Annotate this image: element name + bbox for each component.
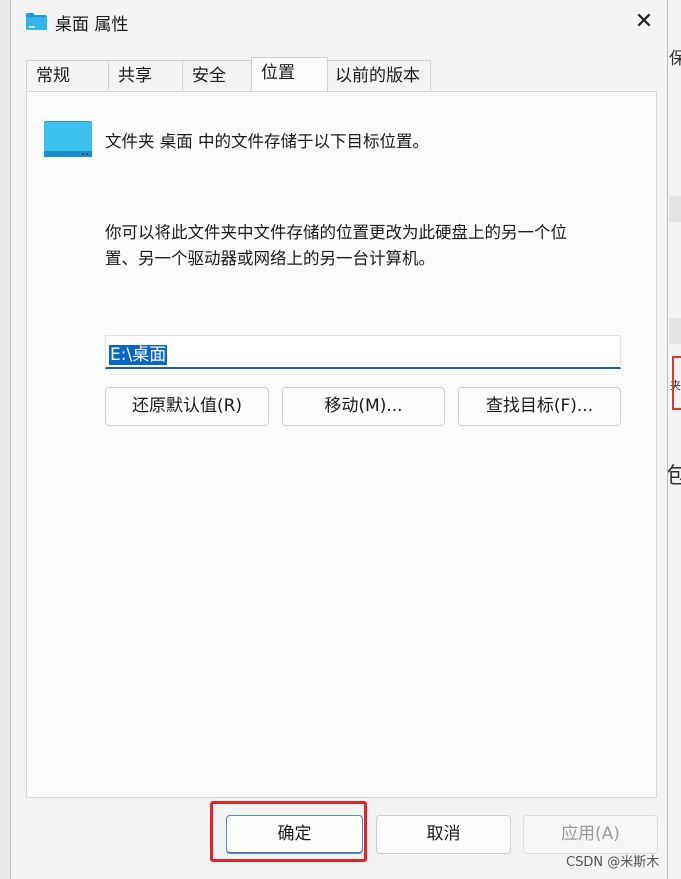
background-window xyxy=(668,0,681,879)
title-bar[interactable]: 桌面 属性 ✕ xyxy=(11,0,667,46)
find-target-button[interactable]: 查找目标(F)... xyxy=(458,387,621,426)
tab-security[interactable]: 安全 xyxy=(182,60,252,90)
path-input[interactable]: E:\桌面 xyxy=(105,335,621,369)
tab-general[interactable]: 常规 xyxy=(26,60,109,90)
location-panel: 文件夹 桌面 中的文件存储于以下目标位置。 你可以将此文件夹中文件存储的位置更改… xyxy=(26,91,657,798)
tab-previous-versions[interactable]: 以前的版本 xyxy=(325,60,431,90)
properties-dialog: 桌面 属性 ✕ 常规 共享 安全 位置 以前的版本 文件夹 桌面 中的文件存储于… xyxy=(10,0,668,879)
restore-default-button[interactable]: 还原默认值(R) xyxy=(105,387,269,426)
watermark: CSDN @米斯木 xyxy=(566,855,660,870)
tab-location[interactable]: 位置 xyxy=(251,57,328,91)
cancel-button[interactable]: 取消 xyxy=(376,815,511,854)
background-text: 保 xyxy=(669,49,681,69)
tab-sharing[interactable]: 共享 xyxy=(108,60,183,90)
move-button[interactable]: 移动(M)... xyxy=(282,387,445,426)
background-row xyxy=(669,318,681,344)
ok-button[interactable]: 确定 xyxy=(226,815,363,854)
path-value: E:\桌面 xyxy=(109,345,168,365)
folder-icon xyxy=(44,121,92,157)
location-statement: 文件夹 桌面 中的文件存储于以下目标位置。 xyxy=(105,132,429,151)
background-text: 包 xyxy=(666,464,681,489)
background-red-outline xyxy=(672,356,681,410)
location-description: 你可以将此文件夹中文件存储的位置更改为此硬盘上的另一个位置、另一个驱动器或网络上… xyxy=(105,223,567,268)
window-title: 桌面 属性 xyxy=(55,15,129,35)
apply-button[interactable]: 应用(A) xyxy=(523,815,658,854)
folder-icon xyxy=(26,13,47,30)
close-button[interactable]: ✕ xyxy=(629,8,659,38)
background-row xyxy=(669,196,681,222)
